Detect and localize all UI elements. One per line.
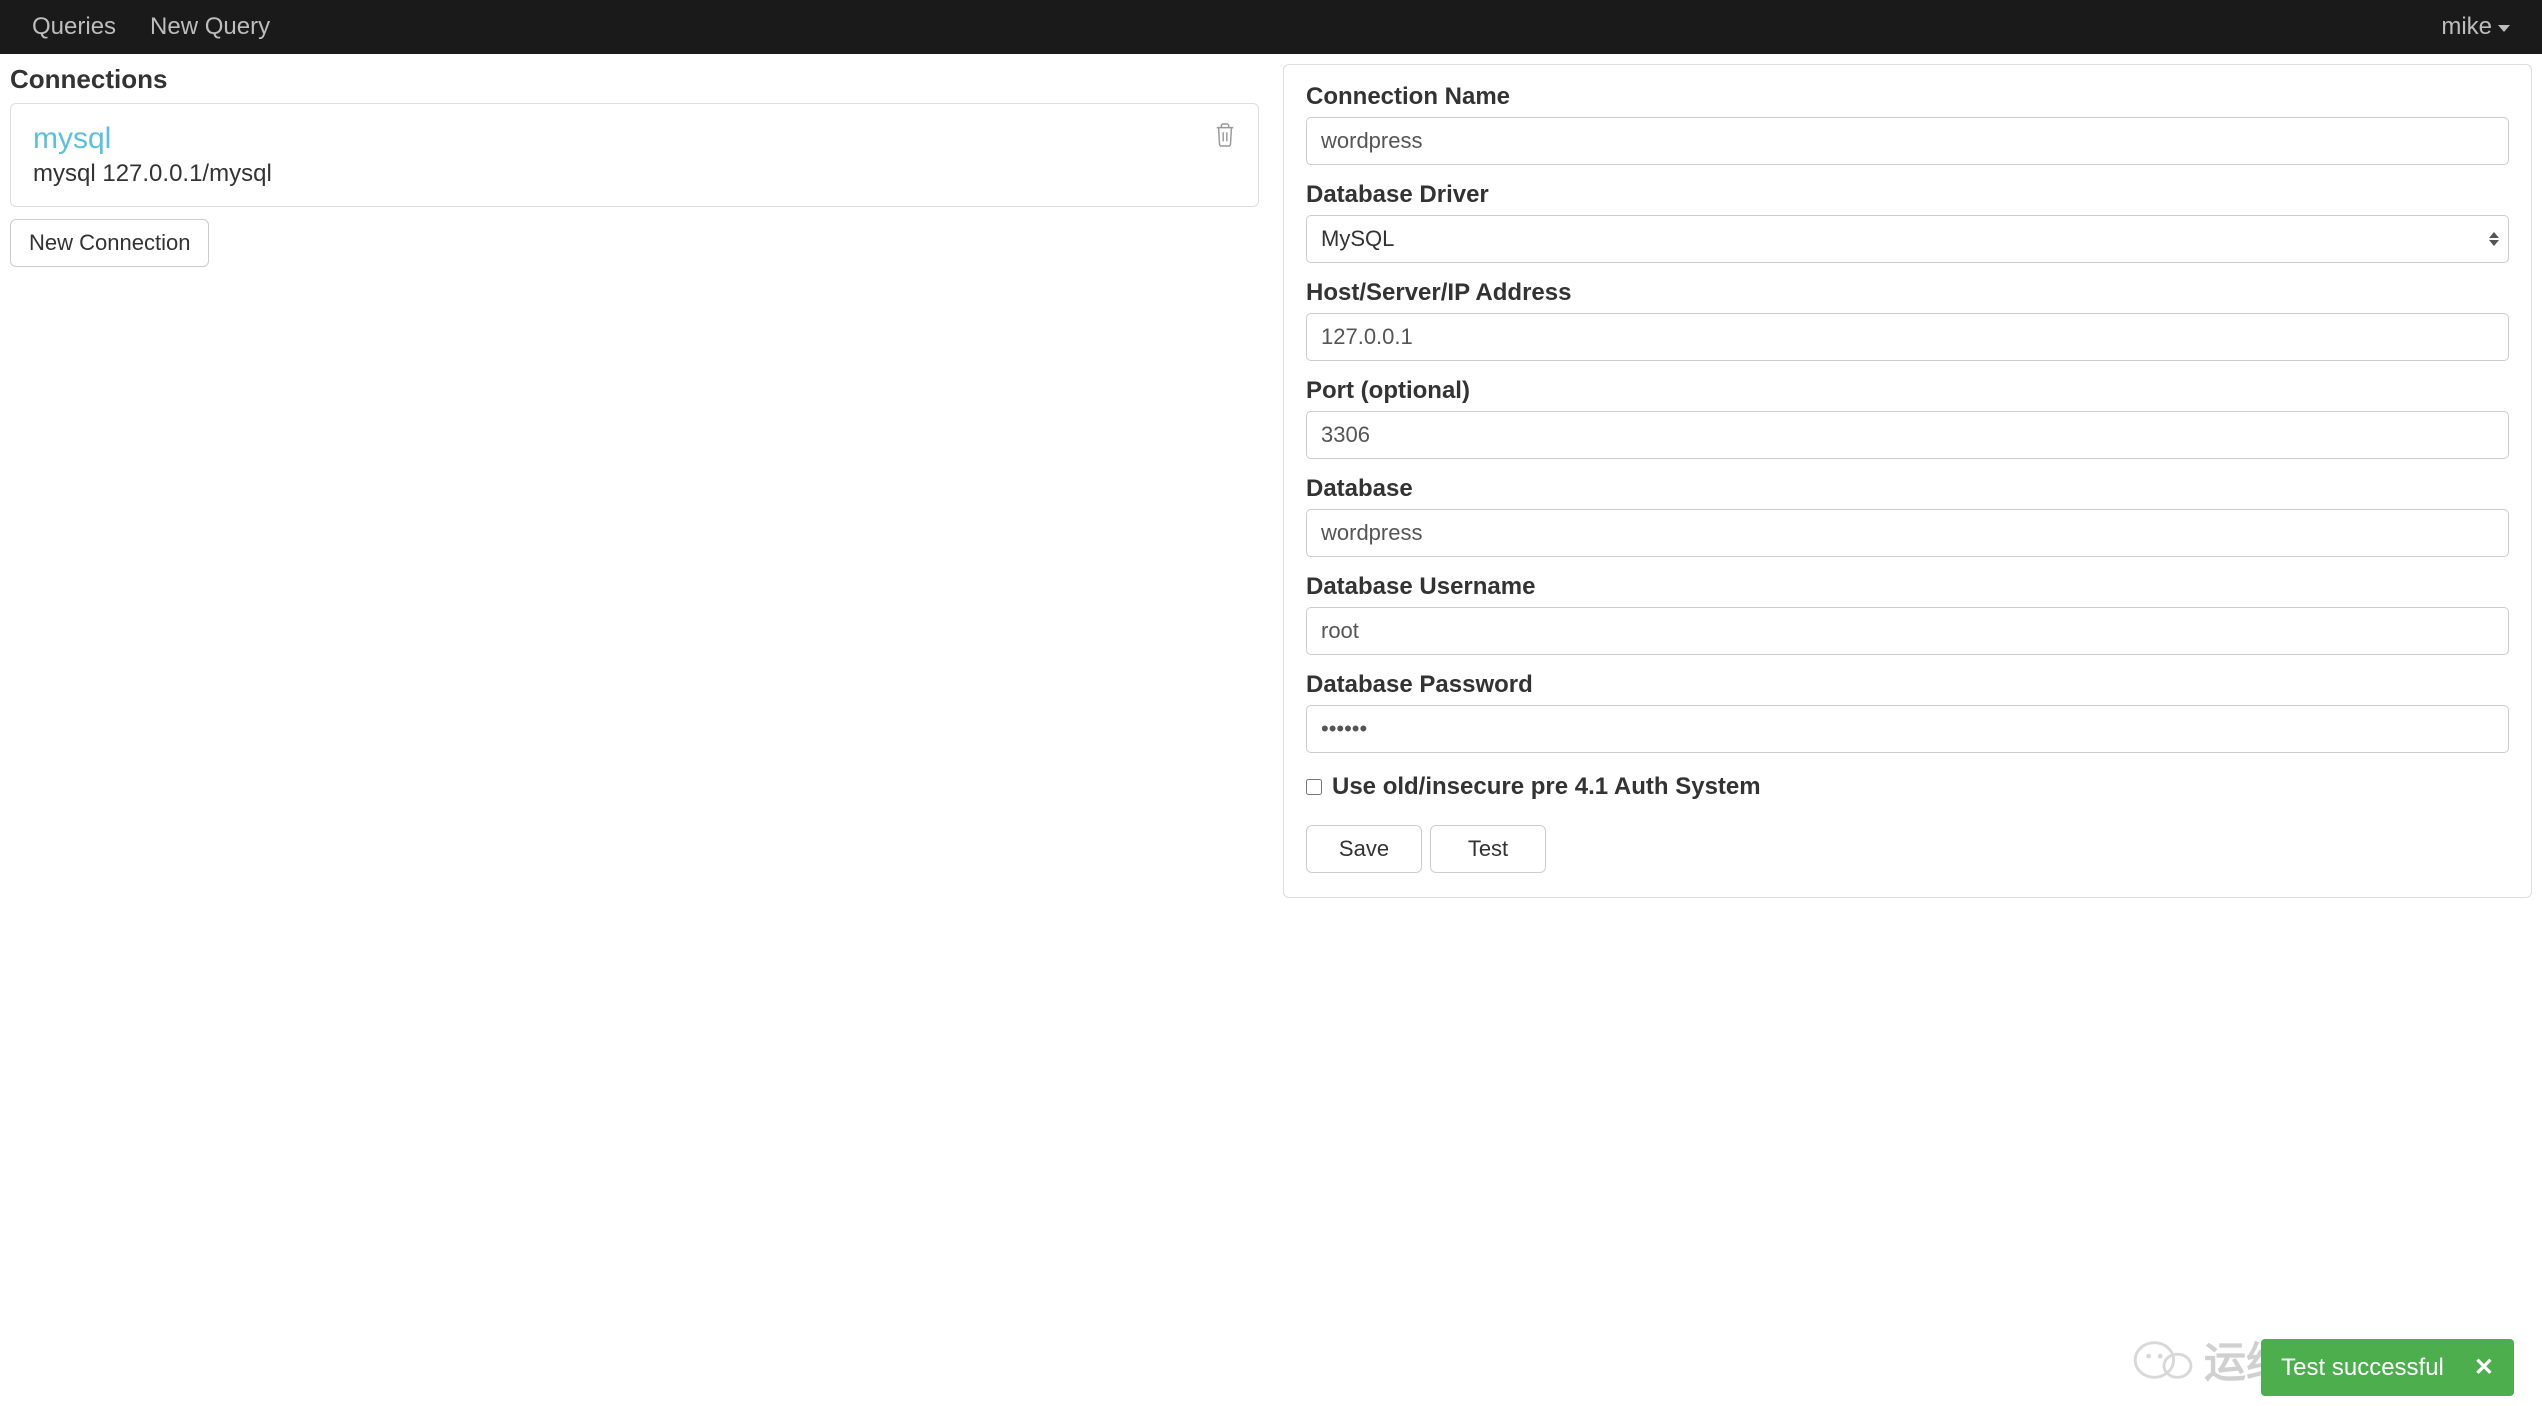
password-input[interactable] <box>1306 705 2509 753</box>
driver-label: Database Driver <box>1306 181 2509 209</box>
toast-success: Test successful ✕ <box>2261 1339 2514 1396</box>
insecure-auth-label[interactable]: Use old/insecure pre 4.1 Auth System <box>1332 773 1761 801</box>
username-label: Database Username <box>1306 573 2509 601</box>
nav-right: mike <box>2441 13 2510 41</box>
insecure-auth-checkbox[interactable] <box>1306 779 1322 795</box>
database-label: Database <box>1306 475 2509 503</box>
nav-left: Queries New Query <box>32 13 270 41</box>
connection-name-input[interactable] <box>1306 117 2509 165</box>
user-menu[interactable]: mike <box>2441 13 2510 41</box>
driver-select[interactable]: MySQL <box>1306 215 2509 263</box>
host-label: Host/Server/IP Address <box>1306 279 2509 307</box>
connection-name-link[interactable]: mysql <box>33 122 272 156</box>
port-label: Port (optional) <box>1306 377 2509 405</box>
connection-detail: mysql 127.0.0.1/mysql <box>33 160 272 188</box>
save-button[interactable]: Save <box>1306 825 1422 873</box>
connections-heading: Connections <box>10 64 1259 95</box>
port-input[interactable] <box>1306 411 2509 459</box>
host-input[interactable] <box>1306 313 2509 361</box>
trash-icon[interactable] <box>1214 122 1236 155</box>
connection-info: mysql mysql 127.0.0.1/mysql <box>33 122 272 188</box>
username-input[interactable] <box>1306 607 2509 655</box>
close-icon[interactable]: ✕ <box>2474 1353 2494 1382</box>
connection-form: Connection Name Database Driver MySQL Ho… <box>1283 64 2532 898</box>
test-button[interactable]: Test <box>1430 825 1546 873</box>
toast-message: Test successful <box>2281 1354 2444 1382</box>
navbar: Queries New Query mike <box>0 0 2542 54</box>
chevron-down-icon <box>2498 25 2510 32</box>
watermark-logo-icon <box>2132 1335 2196 1385</box>
new-connection-button[interactable]: New Connection <box>10 219 209 267</box>
database-input[interactable] <box>1306 509 2509 557</box>
nav-queries-link[interactable]: Queries <box>32 13 116 41</box>
connection-name-label: Connection Name <box>1306 83 2509 111</box>
content: Connections mysql mysql 127.0.0.1/mysql <box>0 54 2542 908</box>
connection-item[interactable]: mysql mysql 127.0.0.1/mysql <box>10 103 1259 207</box>
user-name: mike <box>2441 13 2492 41</box>
password-label: Database Password <box>1306 671 2509 699</box>
nav-new-query-link[interactable]: New Query <box>150 13 270 41</box>
connections-column: Connections mysql mysql 127.0.0.1/mysql <box>10 64 1259 898</box>
form-column: Connection Name Database Driver MySQL Ho… <box>1283 64 2532 898</box>
